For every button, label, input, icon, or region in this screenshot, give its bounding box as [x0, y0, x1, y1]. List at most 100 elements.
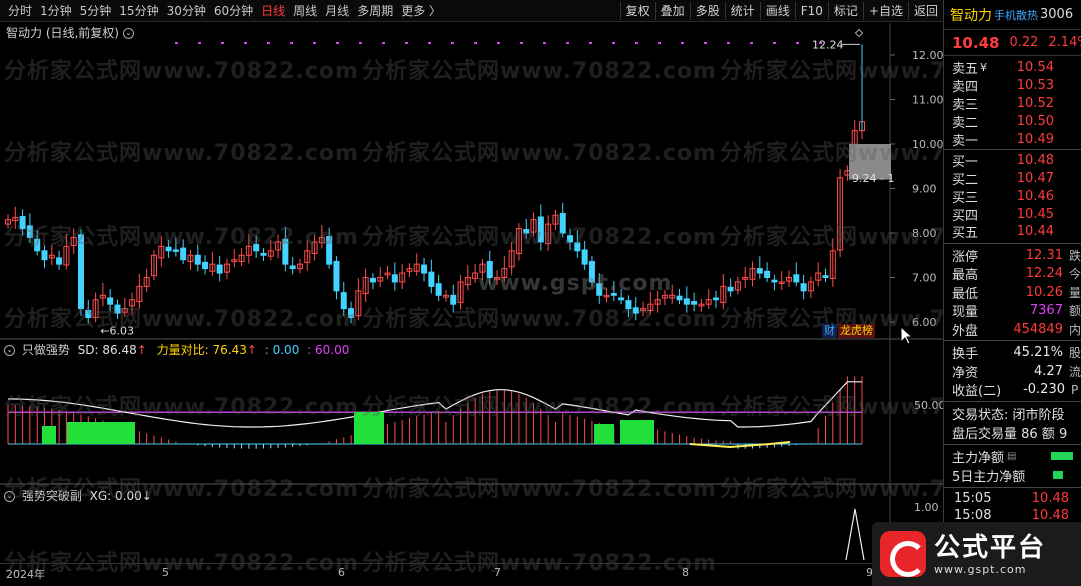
- candle-body: [610, 293, 617, 296]
- stat-ext: 量: [1068, 285, 1081, 300]
- book-level-label: 卖二: [952, 116, 979, 132]
- period-button[interactable]: 15分钟: [115, 0, 162, 22]
- stock-name[interactable]: 智动力: [950, 5, 992, 25]
- chart-area[interactable]: 12.00 11.00 10.00 9.00 8.00 7.00 6.00 12.24 9.24…: [0, 23, 1074, 576]
- signal-dot: [681, 42, 684, 44]
- tool-button[interactable]: 画线: [759, 1, 795, 20]
- logo-url: www.gspt.com: [934, 562, 1027, 576]
- candle-body: [632, 307, 639, 314]
- chevron-down-icon[interactable]: ⌄: [4, 345, 15, 356]
- candle-body: [691, 301, 698, 305]
- period-button[interactable]: 分时: [4, 0, 36, 22]
- tool-button[interactable]: 复权: [619, 1, 655, 20]
- signal-dot: [405, 42, 408, 44]
- ask-row[interactable]: 卖四 10.53: [944, 77, 1081, 95]
- bid-row[interactable]: 买四 10.45: [944, 205, 1081, 224]
- stock-code: 3006: [1040, 7, 1074, 22]
- candle-body: [56, 257, 63, 265]
- tool-buttons: 复权 叠加 多股 统计 画线 F10 标记 +自选 返回: [619, 0, 943, 21]
- signal-dot: [658, 42, 661, 44]
- signal-dot: [704, 42, 707, 44]
- chevron-down-icon[interactable]: ⌄: [4, 491, 15, 502]
- sd-line: [8, 381, 862, 428]
- candle-body: [523, 228, 530, 234]
- ask-row[interactable]: 卖五 ¥10.54: [944, 59, 1081, 77]
- period-button[interactable]: 月线: [321, 0, 353, 22]
- tool-button[interactable]: 统计: [724, 1, 760, 20]
- stat-row: 最低 10.26 量: [944, 283, 1081, 302]
- signal-dot: [566, 42, 569, 44]
- book-level-label: 卖三: [952, 98, 979, 114]
- period-button[interactable]: 60分钟: [210, 0, 257, 22]
- signal-dot: [313, 42, 316, 44]
- tool-button[interactable]: +自选: [862, 1, 908, 20]
- candle-body: [333, 260, 340, 292]
- stat-label: 换手: [952, 347, 979, 363]
- signal-dot: [497, 42, 500, 44]
- chevron-down-icon[interactable]: ⌄: [122, 28, 134, 39]
- period-button[interactable]: 30分钟: [163, 0, 210, 22]
- candle-body: [216, 264, 223, 274]
- main-flow-row[interactable]: 主力净额 ▤: [944, 447, 1081, 466]
- book-level-price: 10.53: [1016, 78, 1054, 94]
- book-level-price: 10.50: [1016, 114, 1054, 130]
- tool-button[interactable]: 叠加: [654, 1, 690, 20]
- book-level-price: 10.46: [1016, 188, 1054, 204]
- bid-book: 买一 10.48 买二 10.47 买三 10.46 买四 10.45 买五 10.44: [944, 151, 1081, 242]
- book-level-price: 10.54: [1016, 60, 1054, 76]
- period-button[interactable]: 更多 〉: [397, 0, 445, 22]
- stat-ext: P: [1071, 382, 1079, 397]
- ask-row[interactable]: 卖三 10.52: [944, 95, 1081, 113]
- stat-label: 收益(二): [952, 384, 1002, 400]
- period-button[interactable]: 日线: [257, 0, 289, 22]
- kline-chart[interactable]: 12.00 11.00 10.00 9.00 8.00 7.00 6.00 12.24 9.24…: [0, 23, 943, 563]
- ask-row[interactable]: 卖二 10.50: [944, 113, 1081, 131]
- candle-body: [574, 242, 581, 252]
- concept-tag[interactable]: 手机散热: [994, 7, 1038, 23]
- bid-row[interactable]: 买五 10.44: [944, 223, 1081, 241]
- price-change: 0.22: [1009, 35, 1039, 50]
- stat-row: 最高 12.24 今: [944, 264, 1081, 283]
- dragon-tiger-badge[interactable]: 龙虎榜: [838, 324, 875, 338]
- list-icon[interactable]: ▤: [1007, 451, 1016, 462]
- candle-body: [202, 261, 209, 270]
- tool-button[interactable]: 多股: [689, 1, 725, 20]
- main-flow5-row[interactable]: 5日主力净额: [944, 466, 1081, 485]
- date-label: 8: [682, 566, 689, 579]
- tool-button[interactable]: 返回: [907, 1, 943, 20]
- tool-button[interactable]: F10: [794, 1, 828, 20]
- main-flow-label: 主力净额: [952, 450, 1005, 466]
- candle-body: [282, 238, 289, 265]
- period-button[interactable]: 1分钟: [36, 0, 76, 22]
- bid-row[interactable]: 买三 10.46: [944, 187, 1081, 206]
- period-button[interactable]: 5分钟: [76, 0, 116, 22]
- period-button[interactable]: 周线: [289, 0, 321, 22]
- indicator1-name[interactable]: 只做强势: [22, 343, 70, 357]
- down-arrow-icon: ↓: [141, 489, 152, 503]
- ind1-axis-label: 50.00: [914, 399, 943, 412]
- indicator2-name[interactable]: 强势突破副: [22, 489, 82, 503]
- tool-button[interactable]: 标记: [827, 1, 863, 20]
- candle-body: [596, 283, 603, 296]
- ask-row[interactable]: 卖一 10.49: [944, 131, 1081, 149]
- stat-ext: 内: [1068, 322, 1081, 337]
- stat-value: 10.26: [1025, 284, 1063, 300]
- stat-value: 12.24: [1025, 266, 1063, 282]
- period-button[interactable]: 多周期: [353, 0, 397, 22]
- bid-row[interactable]: 买二 10.47: [944, 169, 1081, 188]
- signal-dot: [750, 42, 753, 44]
- stat-ext: 股: [1068, 346, 1081, 361]
- signal-dot: [198, 42, 201, 44]
- stat-label: 净资: [952, 365, 979, 381]
- diamond-icon: [854, 28, 864, 38]
- up-arrow-icon: ↑: [136, 343, 147, 357]
- finance-badge[interactable]: 财: [822, 324, 837, 338]
- bid-row[interactable]: 买一 10.48: [944, 151, 1081, 170]
- up-arrow-icon: ↑: [246, 343, 257, 357]
- tick-time: 15:05: [954, 490, 992, 506]
- indicator1-title: ⌄ 只做强势 SD: 86.48↑ 力量对比: 76.43↑ : 0.00 : …: [4, 341, 349, 358]
- signal-dot: [451, 42, 454, 44]
- signal-dot: [543, 42, 546, 44]
- candle-body: [756, 268, 763, 274]
- candle-body: [435, 283, 442, 296]
